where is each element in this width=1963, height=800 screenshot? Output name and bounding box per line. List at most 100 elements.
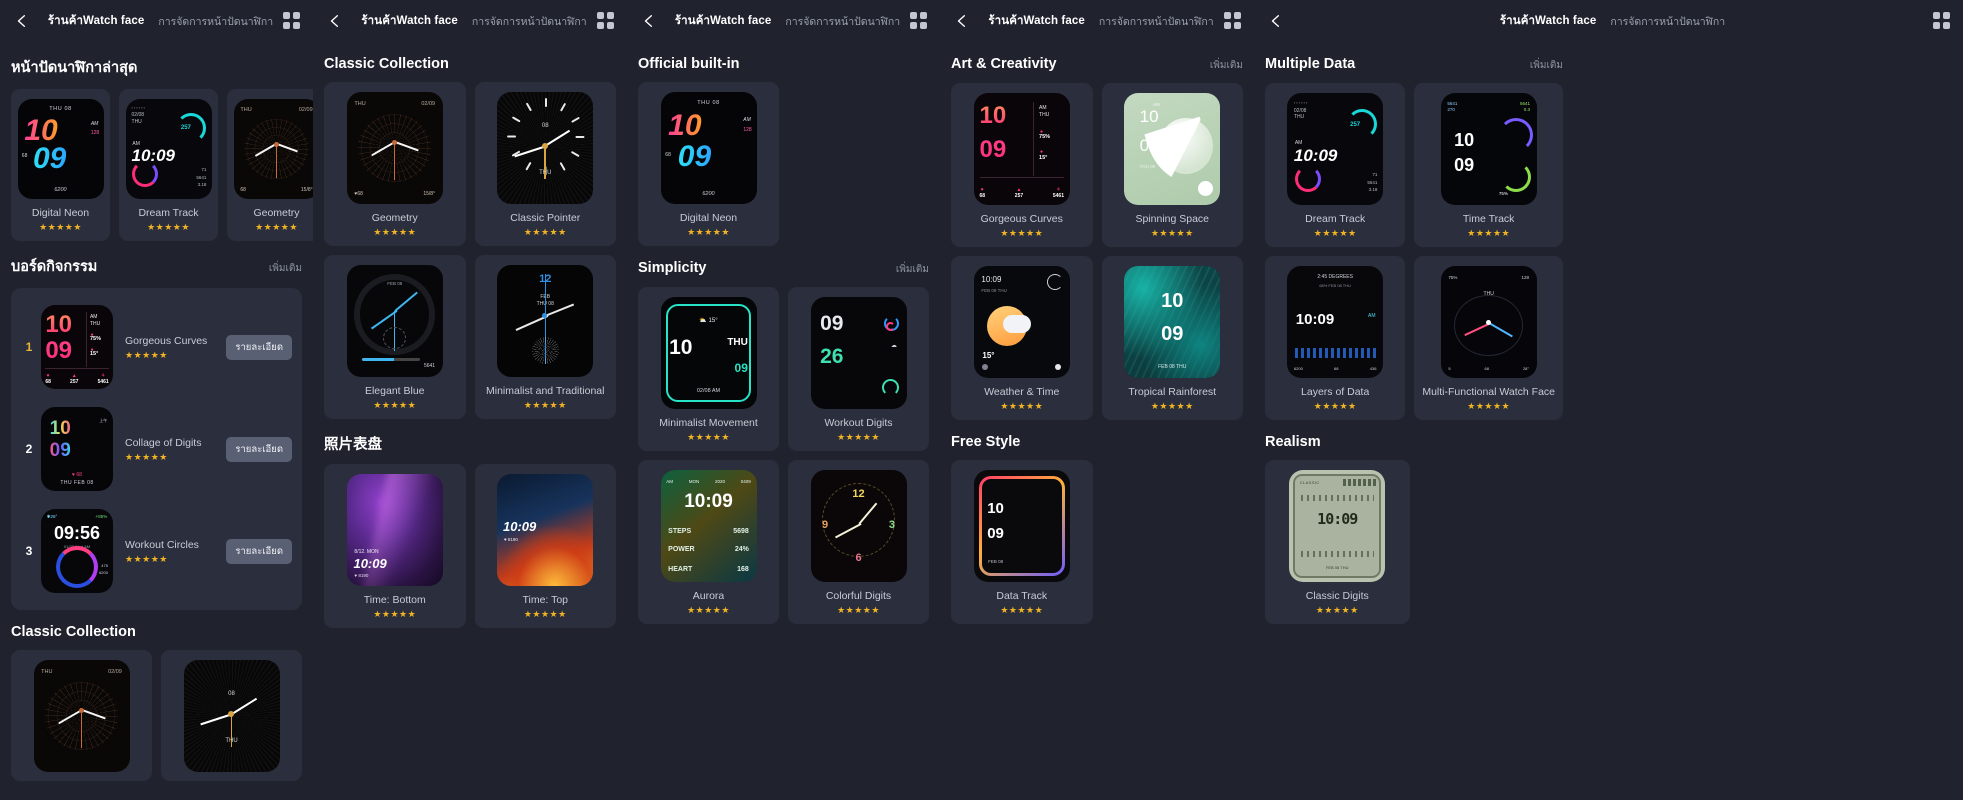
manage-watchfaces-link[interactable]: การจัดการหน้าปัดนาฬิกา bbox=[785, 13, 900, 30]
watchface-card[interactable]: 10 09 FEB 08 THU Tropical Rainforest ★★★… bbox=[1101, 256, 1243, 420]
watchface-preview-minimalist-movement: ⛅ 15° 10 THU 09 02/08 AM bbox=[660, 297, 757, 409]
board-row[interactable]: 2 10 上午 09 ♥ 68 THU FEB 08 Collage of Di… bbox=[21, 398, 292, 500]
face-time: 10:09 bbox=[981, 274, 1002, 284]
see-more-link[interactable]: เพิ่มเติม bbox=[896, 262, 929, 277]
grid-apps-icon[interactable] bbox=[1933, 12, 1951, 30]
manage-watchfaces-link[interactable]: การจัดการหน้าปัดนาฬิกา bbox=[158, 13, 273, 30]
face-header: 75% 128 bbox=[1448, 274, 1529, 280]
watchface-preview-aurora: AM MON 2020 0409 10:09 STEPS 5698 POWER 24%… bbox=[660, 470, 757, 582]
section-title: หน้าปัดนาฬิกาล่าสุด bbox=[11, 60, 138, 76]
face-hour: 10 bbox=[1161, 289, 1184, 312]
watchface-card[interactable]: THU 08 10 AM 128 09 68 6200 Digital Neon… bbox=[638, 82, 779, 246]
watchface-name: Digital Neon bbox=[679, 212, 738, 224]
watchface-preview-geometry: THU 02/09 ♥68 15/8° bbox=[346, 92, 443, 204]
manage-watchfaces-link[interactable]: การจัดการหน้าปัดนาฬิกา bbox=[472, 13, 587, 30]
card-row-latest: THU 08 10 AM 128 09 68 6200 Digital Neon… bbox=[11, 89, 313, 241]
face-ampm: AM THU bbox=[89, 314, 101, 328]
manage-watchfaces-link[interactable]: การจัดการหน้าปัดนาฬิกา bbox=[1099, 13, 1214, 30]
back-chevron-icon[interactable] bbox=[952, 11, 972, 31]
watchface-card[interactable]: 10 09 AM THU ● 75% ● 15° ♥ 68 ▲ 257 ⚘ 5461 bbox=[951, 83, 1093, 247]
face-time: 10:09 bbox=[1295, 310, 1335, 328]
watchface-preview-colorful-digits: 12 3 6 9 bbox=[810, 470, 907, 582]
watchface-card[interactable]: THU 02/09 bbox=[11, 650, 152, 781]
watchface-card[interactable]: 10:09 ♥ 8190 Time: Top ★★★★★ bbox=[474, 464, 616, 628]
watchface-name: Collage of Digits bbox=[125, 436, 202, 449]
grid-apps-icon[interactable] bbox=[1224, 12, 1242, 30]
section-header-art-creativity: Art & Creativity เพิ่มเติม bbox=[951, 42, 1243, 83]
card-grid-art: 10 09 AM THU ● 75% ● 15° ♥ 68 ▲ 257 ⚘ 5461 bbox=[951, 83, 1243, 420]
watchface-card[interactable]: 08 THU Classic Pointer ★★★★★ bbox=[474, 82, 616, 246]
watchface-name: Workout Circles bbox=[125, 538, 199, 551]
watchface-name: Gorgeous Curves bbox=[125, 334, 208, 347]
see-more-link[interactable]: เพิ่มเติม bbox=[269, 261, 302, 276]
face-ampm: AM THU bbox=[1039, 105, 1050, 119]
face-footer: ♥ 68 ▲ 257 ⚘ 5461 bbox=[979, 187, 1065, 200]
see-more-link[interactable]: เพิ่มเติม bbox=[1530, 58, 1563, 73]
section-title: Classic Collection bbox=[324, 56, 449, 72]
rating-stars: ★★★★★ bbox=[125, 349, 168, 360]
watchface-preview-workout-digits: 09 ☁ 26 bbox=[810, 297, 907, 409]
watchface-card[interactable]: 12 3 6 9 Colorful Digits ★★★★★ bbox=[788, 460, 929, 624]
face-footer: 5 68 28° bbox=[1448, 366, 1529, 372]
face-time: 10:09 bbox=[684, 491, 733, 513]
watchface-card[interactable]: 75% 128 THU 5 68 28° Multi-Functional Watch… bbox=[1414, 256, 1563, 420]
back-chevron-icon[interactable] bbox=[12, 11, 32, 31]
watchface-card[interactable]: 8/12. MON 10:09 ♥ 8190 Time: Bottom ★★★★… bbox=[324, 464, 466, 628]
board-row[interactable]: 1 10 09 AM THU ● 75% ● 15° ♥ 68 ▲ 257 ⚘ 5 bbox=[21, 296, 292, 398]
section-header-activity-board: บอร์ดกิจกรรม เพิ่มเติม bbox=[11, 241, 302, 288]
watchface-card[interactable]: ▪▪▪▪▪▪ 02/08 THU 257 AM 10:09 71 5641 3.18 … bbox=[119, 89, 218, 241]
watchface-card[interactable]: 12 FEBTHU 08 Minimalist and Traditional … bbox=[474, 255, 616, 419]
watchface-card[interactable]: THU 08 10 AM 128 09 68 6200 Digital Neon… bbox=[11, 89, 110, 241]
face-time: 10:09 bbox=[1317, 510, 1358, 529]
back-chevron-icon[interactable] bbox=[325, 11, 345, 31]
panel-2-content: Classic Collection THU 02/09 ♥68 15/8° Geo… bbox=[313, 42, 627, 628]
face-heart-label: HEART bbox=[668, 566, 693, 574]
detail-button[interactable]: รายละเอียด bbox=[226, 538, 292, 564]
watchface-name: Data Track bbox=[996, 590, 1048, 602]
section-header-official-builtin: Official built-in bbox=[638, 42, 929, 82]
watchface-card[interactable]: AM 10 09 THU 08 Spinning Space ★★★★★ bbox=[1101, 83, 1243, 247]
watchface-card[interactable]: FEB 08 5641 Elegant Blue ★★★★★ bbox=[324, 255, 466, 419]
face-steps-label: STEPS bbox=[668, 528, 692, 536]
back-chevron-icon[interactable] bbox=[639, 11, 659, 31]
watchface-card[interactable]: ▪▪▪▪▪▪ 02/08 THU 257 AM 10:09 71 5641 3.18 … bbox=[1265, 83, 1406, 247]
grid-apps-icon[interactable] bbox=[910, 12, 928, 30]
watchface-card[interactable]: 2:45 DEGREES 68% FEB 08 THU 10:09 AM 620… bbox=[1265, 256, 1406, 420]
face-minute: 09 bbox=[45, 336, 73, 364]
grid-apps-icon[interactable] bbox=[597, 12, 615, 30]
activity-board: 1 10 09 AM THU ● 75% ● 15° ♥ 68 ▲ 257 ⚘ 5 bbox=[11, 288, 302, 610]
face-steps-value: 5698 bbox=[733, 528, 749, 536]
face-heartrate: ♥ 68 bbox=[72, 471, 82, 478]
face-date: 02/08 THU bbox=[131, 112, 145, 125]
back-chevron-icon[interactable] bbox=[1266, 11, 1286, 31]
watchface-card[interactable]: CLASSIC 10:09 FEB 08 THU Classic Digits … bbox=[1265, 460, 1410, 624]
section-header-classic-collection: Classic Collection bbox=[324, 42, 616, 82]
manage-watchfaces-link[interactable]: การจัดการหน้าปัดนาฬิกา bbox=[1610, 13, 1725, 30]
detail-button[interactable]: รายละเอียด bbox=[226, 334, 292, 360]
face-footer: ♥ 68 ▲ 257 ⚘ 5461 bbox=[45, 372, 109, 385]
watchface-preview-digital-neon: THU 08 10 AM 128 09 68 6200 bbox=[17, 99, 104, 199]
watchface-card[interactable]: AM MON 2020 0409 10:09 STEPS 5698 POWER 24%… bbox=[638, 460, 779, 624]
face-time: 10:09 bbox=[503, 518, 537, 534]
face-date: FEB 08 THU bbox=[981, 288, 1007, 294]
watchface-card[interactable]: 08 THU bbox=[161, 650, 302, 781]
see-more-link[interactable]: เพิ่มเติม bbox=[1210, 58, 1243, 73]
watchface-card[interactable]: THU 02/09 ♥68 15/8° Geometry ★★★★★ bbox=[324, 82, 466, 246]
detail-button[interactable]: รายละเอียด bbox=[226, 436, 292, 462]
face-footer: 68 15/8° bbox=[240, 187, 313, 193]
grid-apps-icon[interactable] bbox=[283, 12, 301, 30]
watchface-card[interactable]: 5641 270 5641 0.3 10 09 75% Time Track ★★★… bbox=[1414, 83, 1563, 247]
card-grid-multiple-data: ▪▪▪▪▪▪ 02/08 THU 257 AM 10:09 71 5641 3.18 … bbox=[1265, 83, 1563, 420]
face-steps: ♥ 8190 bbox=[354, 573, 369, 579]
watchface-card[interactable]: 10 09 FEB 08 Data Track ★★★★★ bbox=[951, 460, 1093, 624]
rating-stars: ★★★★★ bbox=[147, 222, 190, 232]
watchface-card[interactable]: 09 ☁ 26 Workout Digits ★★★★★ bbox=[788, 287, 929, 451]
face-temp: 15° bbox=[982, 351, 995, 361]
watchface-card[interactable]: THU 02/09 68 15/8° Geometry ★★★★★ bbox=[227, 89, 313, 241]
watchface-card[interactable]: ⛅ 15° 10 THU 09 02/08 AM Minimalist Move… bbox=[638, 287, 779, 451]
board-row[interactable]: 3 ✱28° ⚡85% 09:56 01/23 Wed AM 475 6200 W… bbox=[21, 500, 292, 602]
face-stats-right: 5641 0.3 bbox=[1519, 100, 1530, 113]
rating-stars: ★★★★★ bbox=[1467, 228, 1511, 238]
watchface-card[interactable]: 10:09 FEB 08 THU 15° Weather & Time ★★★★… bbox=[951, 256, 1093, 420]
watchface-preview-class ic-digits: CLASSIC 10:09 FEB 08 THU bbox=[1289, 470, 1386, 582]
